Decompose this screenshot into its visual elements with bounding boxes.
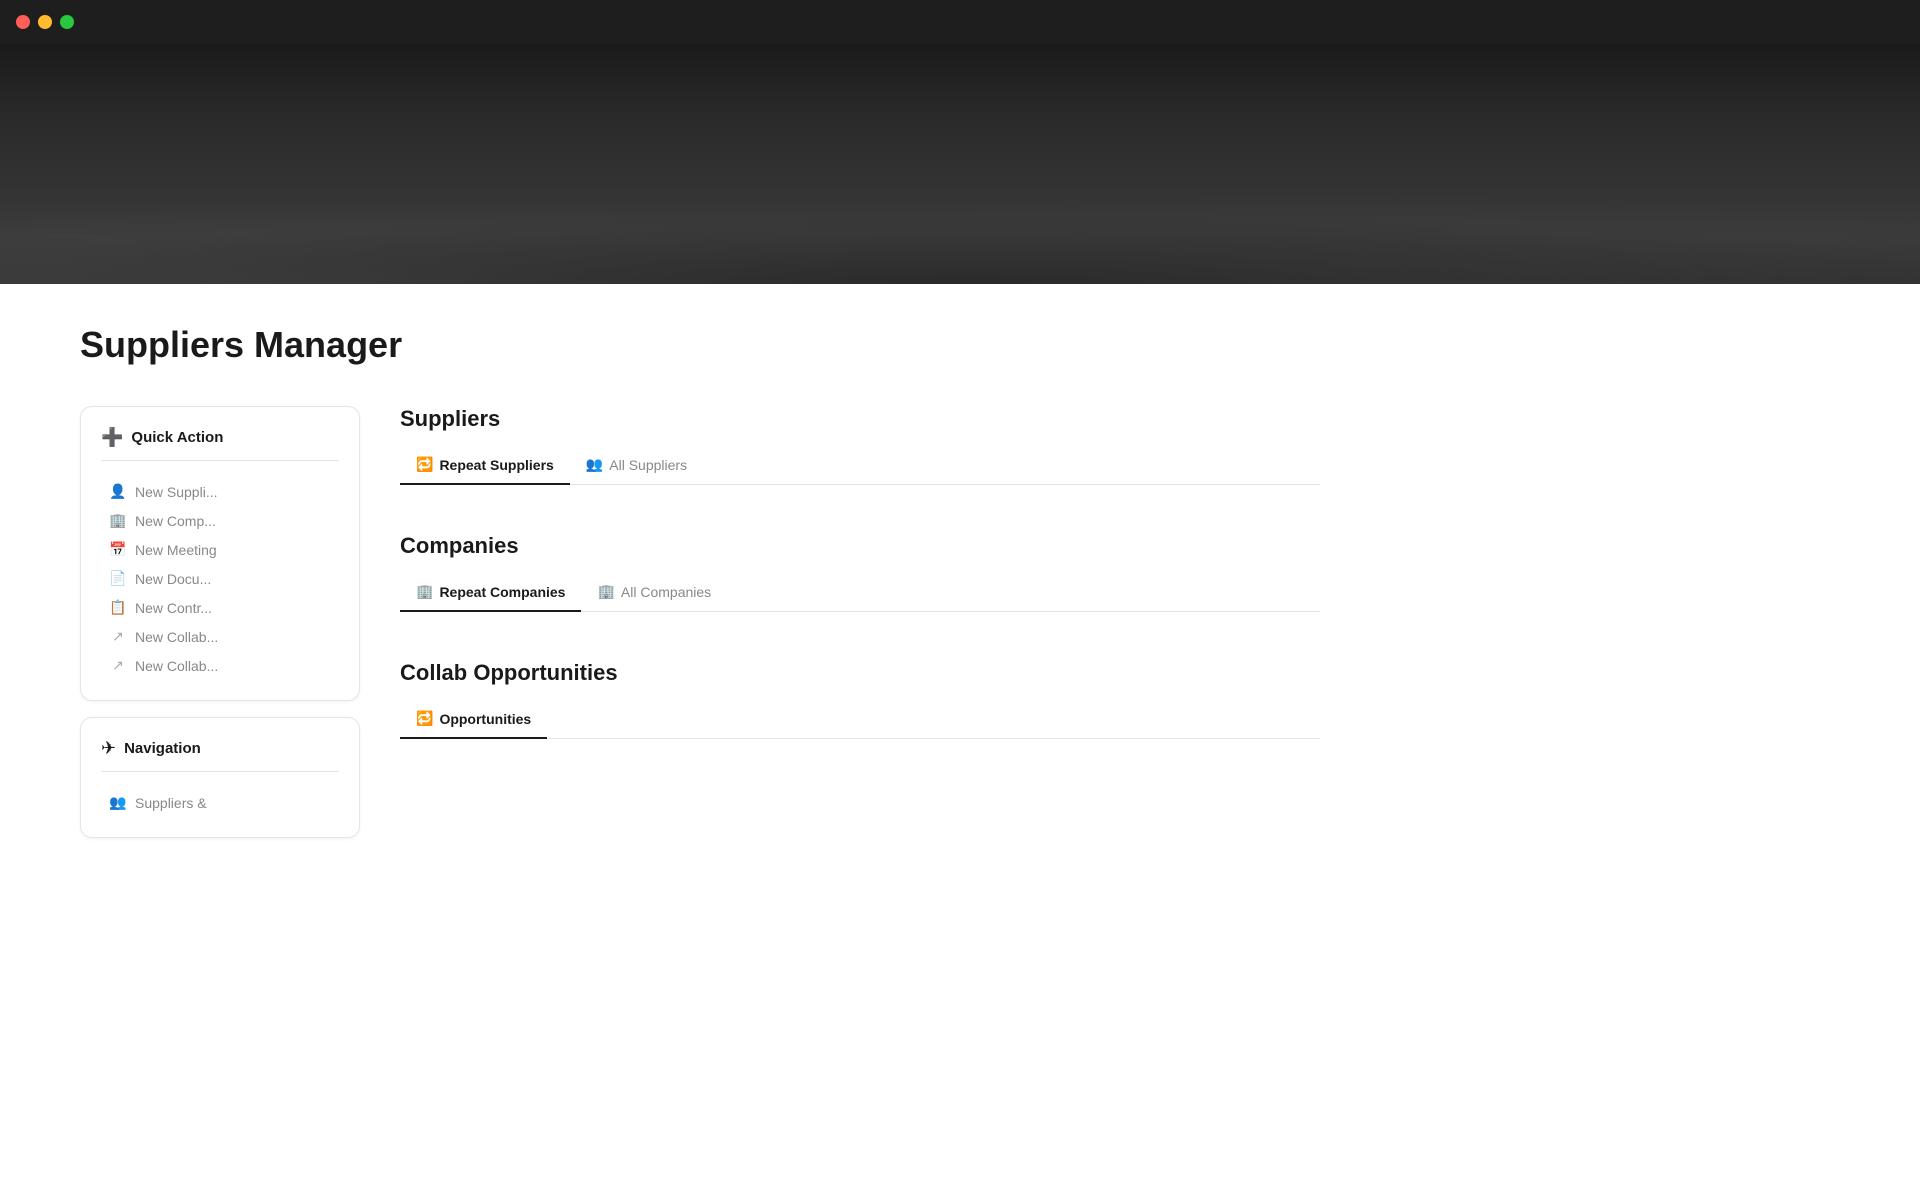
tab-label: All Suppliers: [609, 457, 687, 473]
quick-action-items: 👤 New Suppli... 🏢 New Comp... 📅 New Meet…: [101, 477, 339, 680]
navigation-icon: ✈: [101, 738, 116, 759]
maximize-button[interactable]: [60, 15, 74, 29]
tab-all-suppliers[interactable]: 👥 All Suppliers: [570, 448, 703, 485]
suppliers-heading: Suppliers: [400, 406, 1320, 432]
sidebar-item-label: New Suppli...: [135, 484, 217, 500]
tab-label: Repeat Companies: [439, 584, 565, 600]
collab-tabs: 🔁 Opportunities: [400, 702, 1320, 739]
sidebar-item-label: New Meeting: [135, 542, 217, 558]
building-icon-3: 🏢: [597, 583, 614, 600]
sidebar-item-new-collab1[interactable]: ↗ New Collab...: [101, 622, 339, 651]
collab-section: Collab Opportunities 🔁 Opportunities: [400, 660, 1320, 739]
tab-repeat-companies[interactable]: 🏢 Repeat Companies: [400, 575, 581, 612]
repeat-icon-2: 🔁: [416, 710, 433, 727]
tab-label: All Companies: [621, 584, 711, 600]
content-grid: ➕ Quick Action 👤 New Suppli... 🏢 New Com…: [80, 406, 1320, 838]
building-icon: 🏢: [109, 512, 127, 529]
navigation-header: ✈ Navigation: [101, 738, 339, 772]
repeat-icon: 🔁: [416, 456, 433, 473]
main-content: Suppliers Manager ➕ Quick Action 👤 New S…: [0, 284, 1400, 878]
group-icon-2: 👥: [586, 456, 603, 473]
suppliers-tabs: 🔁 Repeat Suppliers 👥 All Suppliers: [400, 448, 1320, 485]
tab-label: Repeat Suppliers: [439, 457, 553, 473]
contract-icon: 📋: [109, 599, 127, 616]
companies-section: Companies 🏢 Repeat Companies 🏢 All Compa…: [400, 533, 1320, 612]
navigation-title: Navigation: [124, 740, 201, 757]
sidebar-item-label: New Contr...: [135, 600, 212, 616]
close-button[interactable]: [16, 15, 30, 29]
tab-all-companies[interactable]: 🏢 All Companies: [581, 575, 727, 612]
sidebar-item-label: Suppliers &: [135, 795, 207, 811]
sidebar-item-new-supplier[interactable]: 👤 New Suppli...: [101, 477, 339, 506]
tab-label: Opportunities: [439, 711, 531, 727]
sidebar-item-new-meeting[interactable]: 📅 New Meeting: [101, 535, 339, 564]
minimize-button[interactable]: [38, 15, 52, 29]
sidebar-item-new-contract[interactable]: 📋 New Contr...: [101, 593, 339, 622]
sidebar-item-suppliers-link[interactable]: 👥 Suppliers &: [101, 788, 339, 817]
page-title: Suppliers Manager: [80, 324, 1320, 366]
group-icon: 👥: [109, 794, 127, 811]
quick-action-title: Quick Action: [131, 429, 223, 446]
sidebar-item-label: New Collab...: [135, 658, 218, 674]
sidebar-item-new-company[interactable]: 🏢 New Comp...: [101, 506, 339, 535]
collab-heading: Collab Opportunities: [400, 660, 1320, 686]
sidebar-item-label: New Docu...: [135, 571, 211, 587]
building-icon-2: 🏢: [416, 583, 433, 600]
share-icon: ↗: [109, 628, 127, 645]
document-icon: 📄: [109, 570, 127, 587]
quick-action-card: ➕ Quick Action 👤 New Suppli... 🏢 New Com…: [80, 406, 360, 701]
companies-heading: Companies: [400, 533, 1320, 559]
share-icon-2: ↗: [109, 657, 127, 674]
sidebar-item-label: New Comp...: [135, 513, 216, 529]
main-section: Suppliers 🔁 Repeat Suppliers 👥 All Suppl…: [400, 406, 1320, 739]
navigation-card: ✈ Navigation 👥 Suppliers &: [80, 717, 360, 838]
tab-opportunities[interactable]: 🔁 Opportunities: [400, 702, 547, 739]
suppliers-section: Suppliers 🔁 Repeat Suppliers 👥 All Suppl…: [400, 406, 1320, 485]
hero-banner: [0, 44, 1920, 284]
sidebar-item-new-collab2[interactable]: ↗ New Collab...: [101, 651, 339, 680]
sidebar-item-label: New Collab...: [135, 629, 218, 645]
navigation-items: 👥 Suppliers &: [101, 788, 339, 817]
titlebar: [0, 0, 1920, 44]
calendar-icon: 📅: [109, 541, 127, 558]
quick-action-header: ➕ Quick Action: [101, 427, 339, 461]
tab-repeat-suppliers[interactable]: 🔁 Repeat Suppliers: [400, 448, 570, 485]
sidebar: ➕ Quick Action 👤 New Suppli... 🏢 New Com…: [80, 406, 360, 838]
person-icon: 👤: [109, 483, 127, 500]
companies-tabs: 🏢 Repeat Companies 🏢 All Companies: [400, 575, 1320, 612]
sidebar-item-new-document[interactable]: 📄 New Docu...: [101, 564, 339, 593]
plus-icon: ➕: [101, 427, 123, 448]
